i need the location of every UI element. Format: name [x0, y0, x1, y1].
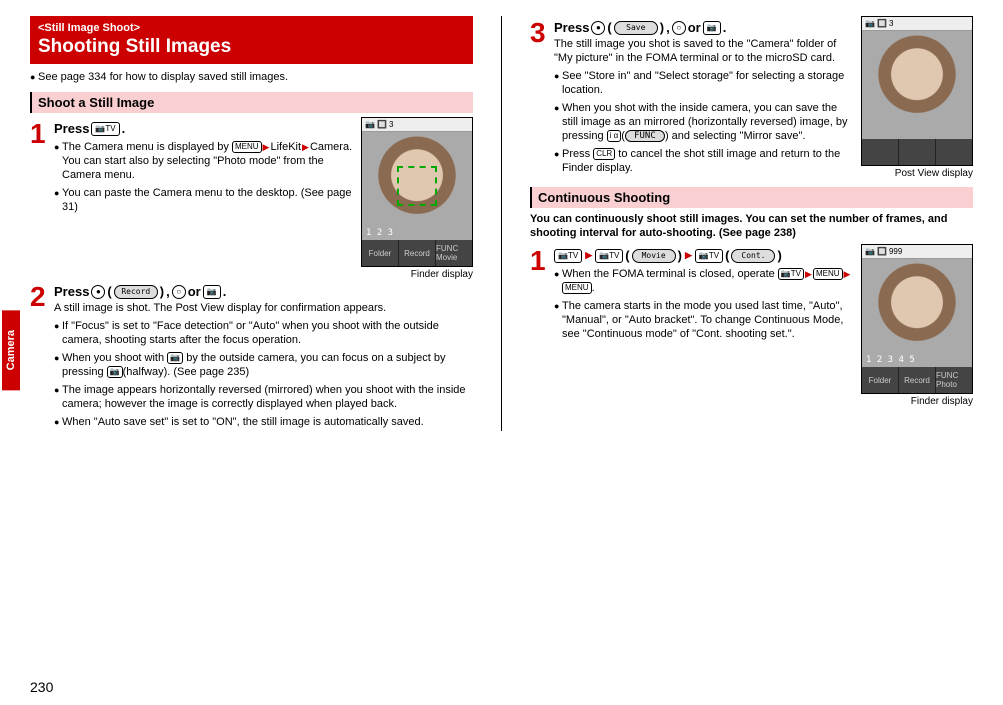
cont-pill-icon: Cont. — [731, 249, 775, 263]
step1-b2: You can paste the Camera menu to the des… — [62, 186, 353, 214]
menu-key-icon: MENU — [232, 141, 262, 153]
header-title: Shooting Still Images — [38, 36, 465, 58]
cont-step1-title: 📷TV▶ 📷TV(Movie)▶ 📷TV(Cont.) — [554, 248, 853, 263]
camera-tv-key-icon: 📷TV — [778, 268, 804, 280]
postview-display-image: 📷🔲3 — [861, 16, 973, 166]
right-arrow-icon: ▶ — [302, 142, 309, 152]
record-pill-icon: Record — [114, 285, 158, 299]
section-shoot-still: Shoot a Still Image — [30, 92, 473, 113]
step3-line1: The still image you shot is saved to the… — [554, 37, 853, 65]
camera-key-icon: 📷 — [203, 285, 221, 299]
step3-title: Press ●(Save) , ○ or 📷 . — [554, 20, 853, 35]
finder-display-image: 📷🔲3 1 2 3 Folder Record FUNC Movie — [361, 117, 473, 267]
step3-b1: See "Store in" and "Select storage" for … — [562, 69, 853, 97]
left-column: <Still Image Shoot> Shooting Still Image… — [30, 16, 473, 431]
cont-b2: The camera starts in the mode you used l… — [562, 299, 853, 341]
side-tab-camera: Camera — [2, 310, 20, 390]
page-number: 230 — [30, 679, 53, 695]
cont-step-1: 1 📷TV▶ 📷TV(Movie)▶ 📷TV(Cont.) ● When the… — [530, 248, 853, 343]
cont-b1: When the FOMA terminal is closed, operat… — [562, 267, 853, 295]
continuous-finder-image: 📷🔲999 1 2 3 4 5 Folder Record FUNC Photo — [861, 244, 973, 394]
camera-tv-key-icon: 📷TV — [695, 249, 723, 263]
save-pill-icon: Save — [614, 21, 658, 35]
step-1: 1 Press 📷TV . ● The Camera menu is displ… — [30, 121, 353, 216]
step1-title: Press 📷TV . — [54, 121, 353, 136]
right-arrow-icon: ▶ — [844, 269, 851, 279]
intro-bullet: ● See page 334 for how to display saved … — [30, 70, 473, 84]
right-arrow-icon: ▶ — [585, 250, 592, 261]
column-divider — [501, 16, 502, 431]
two-column-layout: <Still Image Shoot> Shooting Still Image… — [30, 16, 973, 431]
camera-tv-key-icon: 📷TV — [91, 122, 119, 136]
step-number-3: 3 — [530, 20, 548, 177]
step2-b2: When you shoot with 📷 by the outside cam… — [62, 351, 473, 379]
step1-b1: The Camera menu is displayed by MENU▶Lif… — [62, 140, 353, 182]
section-continuous-shooting: Continuous Shooting — [530, 187, 973, 208]
center-key-icon: ● — [591, 21, 605, 35]
camera-tv-key-icon: 📷TV — [554, 249, 582, 263]
right-arrow-icon: ▶ — [805, 269, 812, 279]
finder-caption: Finder display — [361, 269, 473, 280]
cont-step-number-1: 1 — [530, 248, 548, 343]
right-column: 3 Press ●(Save) , ○ or 📷 . The still ima… — [530, 16, 973, 431]
postview-caption: Post View display — [861, 168, 973, 179]
ring-key-icon: ○ — [672, 21, 686, 35]
step3-b3: Press CLR to cancel the shot still image… — [562, 147, 853, 175]
center-key-icon: ● — [91, 285, 105, 299]
camera-key-icon: 📷 — [107, 366, 123, 378]
step2-b1: If "Focus" is set to "Face detection" or… — [62, 319, 473, 347]
step2-b4: When "Auto save set" is set to "ON", the… — [62, 415, 473, 429]
right-arrow-icon: ▶ — [263, 142, 270, 152]
step-number-1: 1 — [30, 121, 48, 216]
step-3: 3 Press ●(Save) , ○ or 📷 . The still ima… — [530, 20, 853, 177]
step2-b3: The image appears horizontally reversed … — [62, 383, 473, 411]
step2-title: Press ●(Record) , ○ or 📷 . — [54, 284, 473, 299]
clr-key-icon: CLR — [593, 148, 615, 160]
func-pill-icon: FUNC — [625, 130, 665, 142]
camera-key-icon: 📷 — [703, 21, 721, 35]
camera-tv-key-icon: 📷TV — [595, 249, 623, 263]
step-number-2: 2 — [30, 284, 48, 431]
continuous-finder-caption: Finder display — [861, 396, 973, 407]
camera-key-icon: 📷 — [167, 352, 183, 364]
right-arrow-icon: ▶ — [685, 250, 692, 261]
menu-key-icon: MENU — [813, 268, 843, 280]
header-bar: <Still Image Shoot> Shooting Still Image… — [30, 16, 473, 64]
menu-key-icon: MENU — [562, 282, 592, 294]
ia-key-icon: i α — [607, 130, 622, 142]
header-tag: <Still Image Shoot> — [38, 22, 465, 34]
step2-line1: A still image is shot. The Post View dis… — [54, 301, 473, 315]
movie-pill-icon: Movie — [632, 249, 676, 263]
ring-key-icon: ○ — [172, 285, 186, 299]
step3-b2: When you shot with the inside camera, yo… — [562, 101, 853, 143]
continuous-intro: You can continuously shoot still images.… — [530, 212, 973, 240]
step-2: 2 Press ●(Record) , ○ or 📷 . A still ima… — [30, 284, 473, 431]
